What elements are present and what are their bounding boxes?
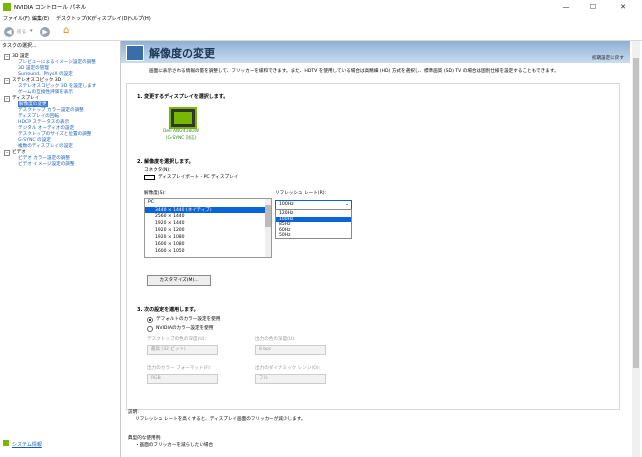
output-color-depth-label: 出力の色の深度(U): (255, 337, 296, 342)
task-sidebar: タスクの選択... − 3D 設定 プレビューによるイメージ設定の調整 3D 設… (0, 41, 121, 457)
refresh-option[interactable]: 50Hz (276, 233, 351, 239)
step-2-heading: 2. 解像度を選択します。 (137, 159, 194, 165)
maximize-button[interactable]: ☐ (580, 2, 606, 12)
sidebar-item-video-image[interactable]: ビデオ イメージ設定の調整 (18, 161, 75, 167)
system-info-icon (3, 440, 9, 446)
output-dynamic-range-select[interactable]: フル (255, 374, 326, 384)
menu-file[interactable]: ファイル(F) (3, 15, 30, 22)
collapse-icon[interactable]: − (4, 96, 10, 102)
menu-bar: ファイル(F) 編集(E) デスクトップ(K) ディスプレイ(D) ヘルプ(H) (0, 14, 642, 24)
connector-icon (144, 175, 155, 180)
output-color-format-select[interactable]: RGB (147, 374, 218, 384)
explanation-text: リフレッシュ レートを高くすると、ディスプレイ画面のフリッカーが減少します。 (135, 417, 306, 422)
system-info-link[interactable]: システム情報 (3, 440, 42, 448)
list-item: PC (148, 200, 154, 205)
menu-help[interactable]: ヘルプ(H) (128, 15, 151, 22)
desktop-color-depth-select[interactable]: 最高 (32 ビット) (147, 345, 218, 355)
monitor-name: Dell AW2418DW (163, 129, 199, 134)
radio-default-color[interactable] (147, 317, 153, 323)
list-item[interactable]: 1920 × 1080 (145, 235, 265, 241)
window-title: NVIDIA コントロール パネル (14, 5, 87, 11)
customize-button[interactable]: カスタマイズ(M)... (147, 275, 211, 286)
menu-edit[interactable]: 編集(E) (32, 15, 49, 22)
menu-desktop[interactable]: デスクトップ(K) (56, 15, 93, 22)
radio-nvidia-color[interactable] (147, 326, 153, 332)
resolution-scrollbar[interactable] (265, 199, 271, 257)
typical-usage-text: ・画面のフリッカーを減らしたい場合 (135, 443, 214, 448)
list-item[interactable]: 1920 × 1440 (145, 221, 265, 227)
list-item[interactable]: 1600 × 1050 (145, 249, 265, 255)
step-1-heading: 1. 変更するディスプレイを選択します。 (137, 94, 229, 100)
desktop-color-depth-label: デスクトップの色の深度(U): (147, 337, 207, 342)
system-info-label: システム情報 (12, 442, 42, 448)
page-description: 画面に表示される情報の量を調整して、フリッカーを緩和できます。また、HDTV を… (149, 69, 559, 74)
list-item[interactable]: 2560 × 1440 (145, 214, 265, 220)
close-button[interactable]: ✕ (610, 2, 636, 12)
resolution-list[interactable]: PC 3440 × 1440 (ネイティブ) 2560 × 1440 1920 … (144, 198, 272, 258)
refresh-rate-label: リフレッシュ レート(R): (275, 191, 327, 196)
collapse-icon[interactable]: − (4, 150, 10, 156)
refresh-rate-value: 100Hz (279, 202, 294, 207)
menu-display[interactable]: ディスプレイ(D) (92, 15, 129, 22)
monitor-icon (169, 107, 197, 129)
connector-value: ディスプレイポート - PC ディスプレイ (158, 175, 239, 180)
typical-usage-label: 典型的な使用例: (128, 436, 162, 441)
chevron-down-icon: ⌄ (345, 202, 349, 207)
settings-content: 1. 変更するディスプレイを選択します。 Dell AW2418DW (G-SY… (126, 83, 620, 410)
toolbar: ◀ 戻る ▾ ▶ ⌂ (0, 24, 642, 41)
back-button[interactable]: ◀ (4, 27, 14, 37)
explanation-label: 説明: (128, 410, 139, 415)
list-item[interactable]: 1920 × 1200 (145, 228, 265, 234)
page-header: 解像度の変更 初期設定に戻す (121, 41, 630, 63)
page-title: 解像度の変更 (149, 47, 215, 60)
step-3-heading: 3. 次の設定を適用します。 (137, 307, 199, 313)
output-color-format-label: 出力のカラー フォーマット(F): (147, 366, 212, 371)
restore-defaults-link[interactable]: 初期設定に戻す (592, 55, 624, 61)
minimize-button[interactable]: — (553, 2, 579, 12)
radio-nvidia-label: NVIDIAのカラー設定を使用 (156, 326, 214, 331)
sidebar-heading: タスクの選択... (2, 43, 37, 49)
title-bar: NVIDIA コントロール パネル — ☐ ✕ (0, 0, 642, 14)
forward-button[interactable]: ▶ (40, 27, 50, 37)
main-scrollbar-thumb[interactable] (633, 58, 639, 368)
resolution-label: 解像度(S): (144, 191, 166, 196)
collapse-icon[interactable]: − (4, 78, 10, 84)
main-panel: 解像度の変更 初期設定に戻す 画面に表示される情報の量を調整して、フリッカーを緩… (121, 41, 630, 457)
radio-default-label: デフォルトのカラー設定を使用 (156, 317, 221, 322)
nvidia-logo-icon (3, 3, 11, 11)
list-item[interactable]: 3440 × 1440 (ネイティブ) (145, 207, 265, 213)
back-label: 戻る (17, 30, 27, 35)
output-color-depth-select[interactable]: 8 bpc (255, 345, 326, 355)
collapse-icon[interactable]: − (4, 54, 10, 60)
monitor-gsync-label: (G-SYNC 対応) (165, 136, 197, 141)
back-dropdown-icon[interactable]: ▾ (30, 28, 33, 34)
output-dynamic-range-label: 出力のダイナミック レンジ(O): (255, 366, 321, 371)
home-icon[interactable]: ⌂ (63, 25, 69, 36)
list-item[interactable]: 1600 × 1080 (145, 242, 265, 248)
connector-label: コネクタ(N): (144, 168, 171, 173)
refresh-rate-dropdown[interactable]: 120Hz 100Hz 85Hz 60Hz 50Hz (275, 209, 352, 239)
resolution-page-icon (126, 45, 144, 61)
sidebar-item-multi-display[interactable]: 複数のディスプレイの設定 (18, 143, 73, 149)
scrollbar-thumb[interactable] (265, 205, 271, 227)
